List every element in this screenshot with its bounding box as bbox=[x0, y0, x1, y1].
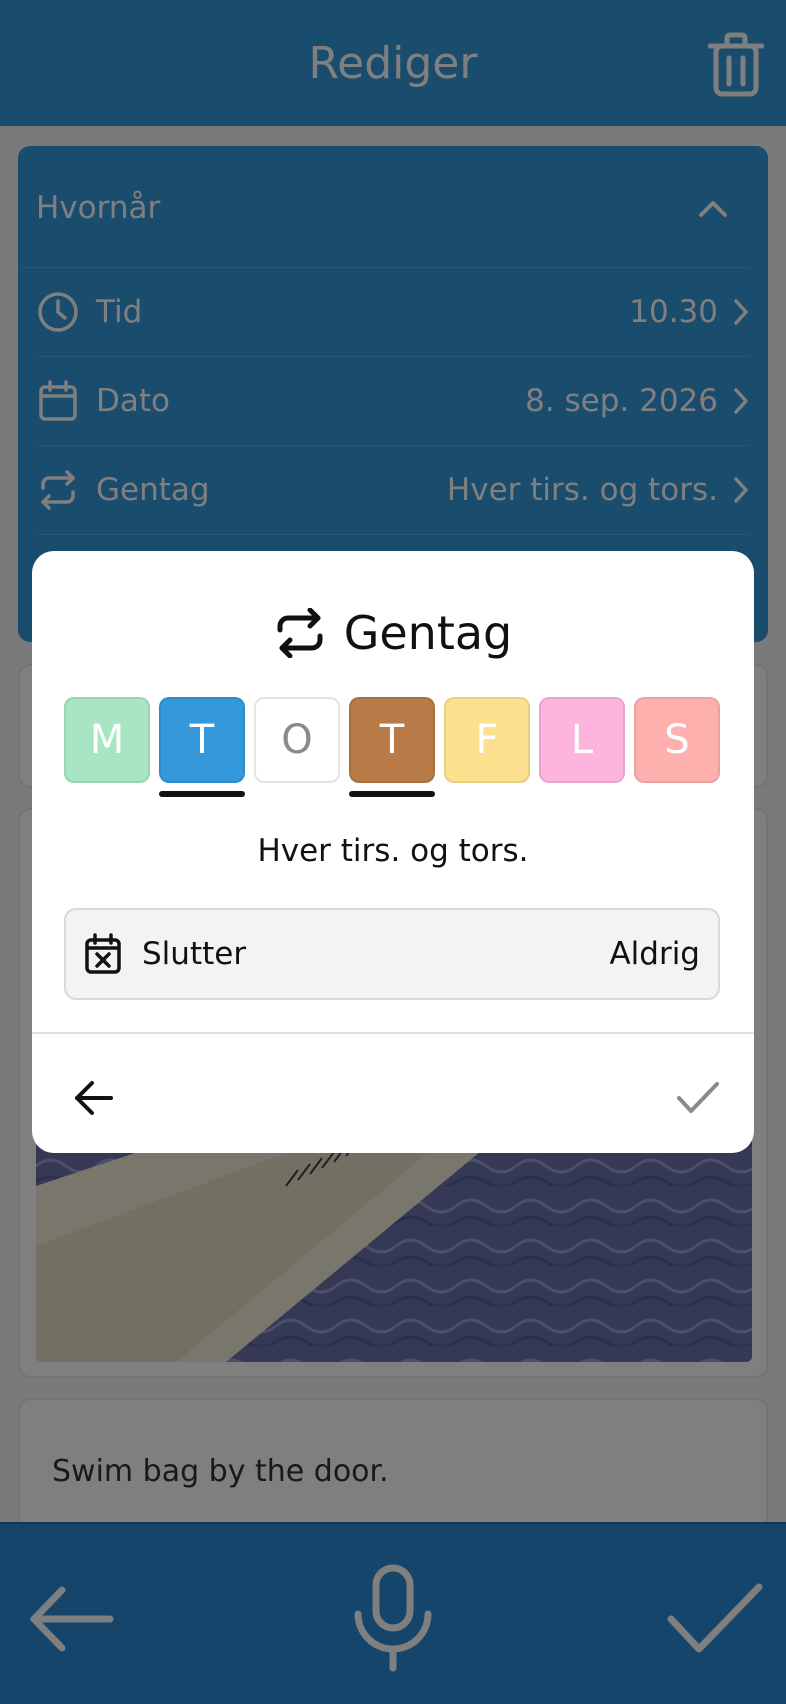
day-sunday[interactable]: S bbox=[634, 697, 720, 783]
selected-day-indicator bbox=[349, 791, 435, 797]
day-friday[interactable]: F bbox=[444, 697, 530, 783]
day-monday[interactable]: M bbox=[64, 697, 150, 783]
ends-label: Slutter bbox=[142, 936, 247, 972]
repeat-dialog: Gentag M T O T F L S Hver tirs. og tors.… bbox=[32, 551, 754, 1153]
day-letter: L bbox=[570, 717, 594, 763]
day-letter: F bbox=[475, 717, 499, 763]
selected-day-indicator bbox=[159, 791, 245, 797]
dialog-title: Gentag bbox=[343, 606, 513, 660]
dialog-confirm-button[interactable] bbox=[668, 1063, 728, 1133]
day-letter: O bbox=[281, 717, 313, 763]
dialog-back-button[interactable] bbox=[64, 1063, 124, 1133]
day-saturday[interactable]: L bbox=[539, 697, 625, 783]
dialog-header: Gentag bbox=[32, 603, 754, 663]
day-letter: T bbox=[379, 717, 405, 763]
ends-value: Aldrig bbox=[609, 936, 700, 972]
dialog-divider bbox=[32, 1032, 754, 1034]
weekday-picker: M T O T F L S bbox=[64, 697, 724, 807]
calendar-x-icon bbox=[84, 932, 124, 976]
ends-selector[interactable]: Slutter Aldrig bbox=[64, 908, 720, 1000]
day-thursday[interactable]: T bbox=[349, 697, 435, 783]
day-letter: S bbox=[664, 717, 690, 763]
repeat-summary: Hver tirs. og tors. bbox=[257, 833, 529, 869]
repeat-icon bbox=[277, 608, 323, 658]
day-tuesday[interactable]: T bbox=[159, 697, 245, 783]
day-letter: M bbox=[89, 717, 125, 763]
day-wednesday[interactable]: O bbox=[254, 697, 340, 783]
checkmark-icon bbox=[677, 1082, 719, 1113]
day-letter: T bbox=[189, 717, 215, 763]
arrow-left-icon bbox=[75, 1081, 113, 1115]
